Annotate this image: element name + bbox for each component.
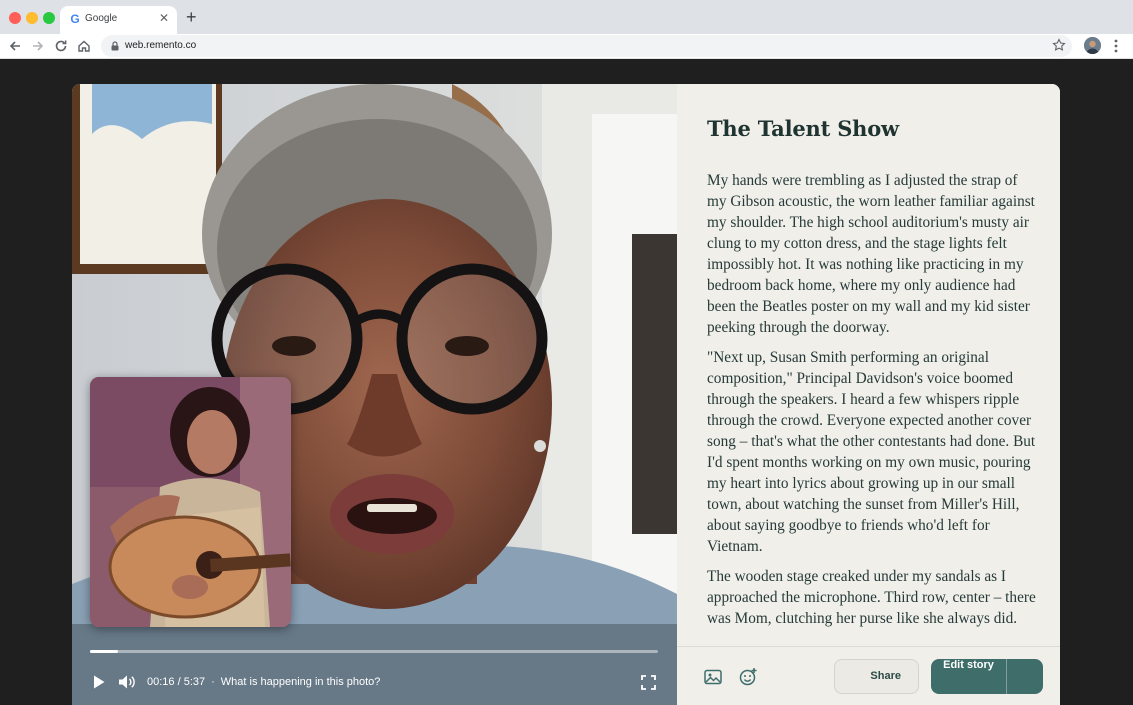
play-icon[interactable]	[92, 674, 106, 690]
forward-icon[interactable]	[30, 38, 46, 54]
back-icon[interactable]	[7, 38, 23, 54]
volume-icon[interactable]	[118, 674, 136, 690]
lock-icon	[111, 41, 119, 51]
browser-toolbar: web.remento.co	[0, 34, 1133, 59]
story-panel: The Talent Show My hands were trembling …	[677, 84, 1060, 705]
story-footer: Share Edit story	[677, 646, 1060, 705]
story-paragraph: "Next up, Susan Smith performing an orig…	[707, 349, 1036, 555]
story-paragraph: My hands were trembling as I adjusted th…	[707, 172, 1035, 336]
window-close-button[interactable]	[9, 12, 21, 24]
fullscreen-icon[interactable]	[641, 675, 656, 690]
question-prompt: What is happening in this photo?	[220, 676, 381, 688]
address-bar[interactable]: web.remento.co	[101, 35, 1072, 57]
video-time-and-prompt: 00:16 / 5:37 · What is happening in this p…	[147, 676, 380, 688]
reload-icon[interactable]	[53, 38, 69, 54]
window-maximize-button[interactable]	[43, 12, 55, 24]
google-favicon-icon: G	[70, 12, 80, 26]
browser-tab[interactable]: G Google ✕	[60, 6, 177, 34]
window-minimize-button[interactable]	[26, 12, 38, 24]
bookmark-star-icon[interactable]	[1052, 38, 1066, 52]
tab-title: Google	[85, 13, 118, 24]
story-title: The Talent Show	[707, 116, 899, 141]
browser-tab-bar: G Google ✕ +	[0, 0, 1133, 34]
separator: ·	[211, 676, 215, 688]
edit-story-label: Edit story	[943, 659, 994, 671]
guitar-photo-image	[90, 377, 291, 627]
story-paragraph: The wooden stage creaked under my sandal…	[707, 568, 1036, 627]
edit-options-dropdown[interactable]	[1007, 659, 1043, 694]
shared-photo[interactable]	[90, 377, 291, 627]
edit-story-button[interactable]: Edit story	[931, 659, 1043, 694]
story-viewer-card: 00:16 / 5:37 · What is happening in this p…	[72, 84, 1060, 705]
story-body: My hands were trembling as I adjusted th…	[707, 170, 1037, 638]
emoji-add-icon[interactable]	[738, 667, 758, 687]
video-player[interactable]: 00:16 / 5:37 · What is happening in this p…	[72, 84, 677, 705]
url-text: web.remento.co	[125, 40, 197, 51]
new-tab-button[interactable]: +	[186, 8, 197, 26]
video-progress-bar[interactable]	[90, 650, 658, 653]
time-display: 00:16 / 5:37	[147, 676, 206, 688]
story-scroll-area[interactable]: The Talent Show My hands were trembling …	[677, 84, 1060, 646]
menu-kebab-icon[interactable]	[1110, 38, 1122, 54]
share-button[interactable]: Share	[834, 659, 919, 694]
tab-close-icon[interactable]: ✕	[159, 11, 169, 25]
video-progress-fill	[90, 650, 119, 653]
image-icon[interactable]	[703, 667, 723, 687]
profile-avatar[interactable]	[1084, 37, 1101, 54]
home-icon[interactable]	[76, 38, 92, 54]
